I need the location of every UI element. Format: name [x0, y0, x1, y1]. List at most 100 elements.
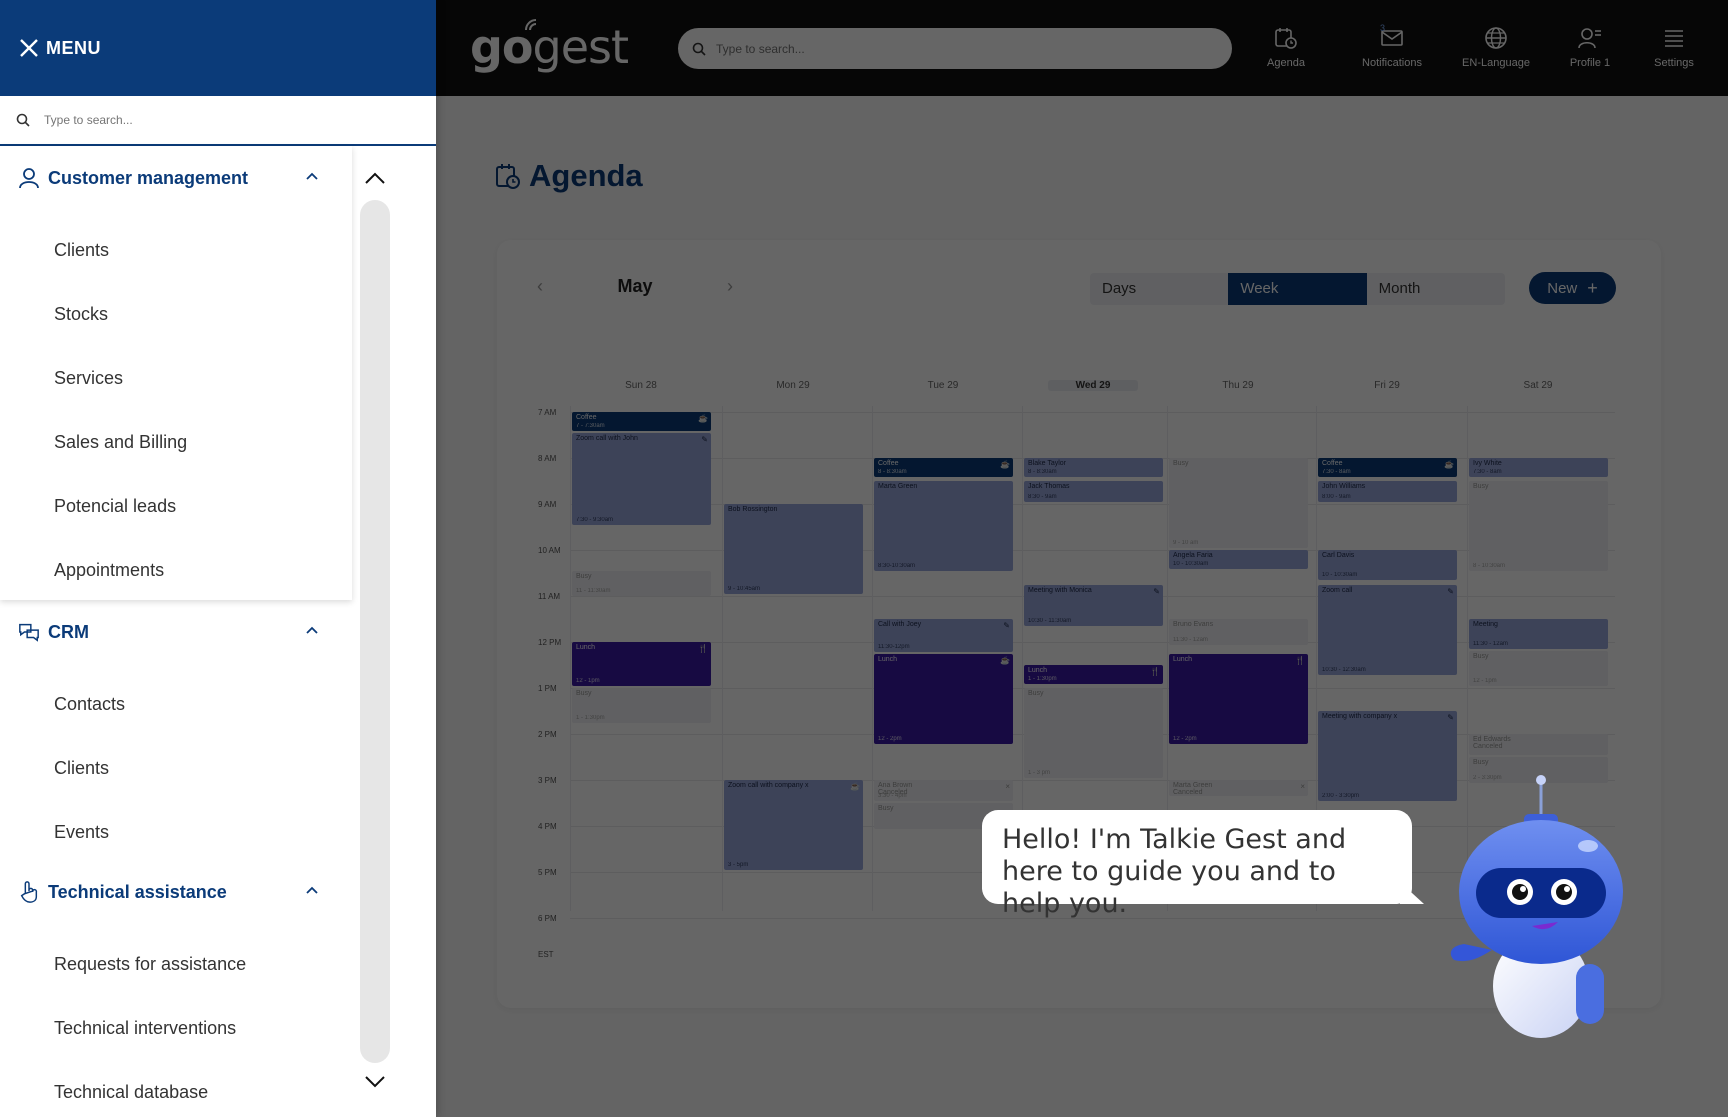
event-title: Call with Joey — [878, 621, 922, 628]
calendar-event[interactable]: Blake Taylor 8 - 8:30am — [1024, 458, 1163, 477]
section-header-customer-management[interactable]: Customer management — [0, 156, 352, 200]
sidebar-item-requests-assistance[interactable]: Requests for assistance — [0, 932, 352, 996]
calendar-event[interactable]: Ed Edwards Canceled — [1469, 734, 1608, 755]
calendar-event[interactable]: Zoom call with John 7:30 - 9:30am ✎ — [572, 432, 711, 525]
day-header[interactable]: Mon 29 — [748, 380, 838, 391]
sidebar-item-sales-billing[interactable]: Sales and Billing — [0, 410, 352, 474]
section-header-crm[interactable]: CRM — [0, 610, 352, 654]
calendar-event[interactable]: Bob Rossington 9 - 10:45am — [724, 504, 863, 594]
event-title: Lunch — [576, 644, 596, 651]
event-title: Marta Green — [1173, 782, 1213, 789]
nav-profile[interactable]: Profile 1 — [1542, 25, 1638, 69]
sidebar-item-potencial-leads[interactable]: Potencial leads — [0, 474, 352, 538]
calendar-event[interactable]: Zoom call 10:30 - 12:30am ✎ — [1318, 584, 1457, 675]
calendar-event[interactable]: John Williams 8:00 - 9am — [1318, 481, 1457, 502]
app-root: gogest Agenda 3 Notifications EN-Languag… — [0, 0, 1728, 1117]
tab-week[interactable]: Week — [1228, 273, 1367, 305]
sidebar-item-appointments[interactable]: Appointments — [0, 538, 352, 602]
calendar-event[interactable]: Coffee 7:30 - 8am ☕ — [1318, 458, 1457, 477]
nav-settings[interactable]: Settings — [1626, 25, 1722, 69]
sidebar-item-technical-database[interactable]: Technical database — [0, 1060, 352, 1117]
calendar-event[interactable]: Marta Green 8:30-10:30am — [874, 481, 1013, 571]
sidebar-item-technical-interventions[interactable]: Technical interventions — [0, 996, 352, 1060]
nav-profile-label: Profile 1 — [1569, 57, 1611, 69]
calendar-event[interactable]: Busy 1 - 1:30pm — [572, 688, 711, 723]
calendar-event[interactable]: Coffee 8 - 8:30am ☕ — [874, 458, 1013, 477]
close-icon[interactable] — [18, 37, 40, 59]
event-title: Zoom call — [1322, 586, 1353, 594]
event-type-icon: ✎ — [1153, 586, 1160, 596]
calendar-event[interactable]: Lunch 12 - 2pm 🍴 — [1169, 653, 1308, 744]
sidebar-scrollbar[interactable] — [360, 200, 390, 1063]
event-title: Ed Edwards — [1473, 736, 1511, 743]
calendar-event[interactable]: Bruno Evans 11:30 - 12am — [1169, 619, 1308, 645]
event-time: 9 - 10 am — [1173, 540, 1199, 546]
sidebar-search-bar[interactable] — [0, 96, 436, 146]
event-type-icon: ☕ — [1444, 460, 1454, 469]
calendar-event[interactable]: Call with Joey 11:30-12pm ✎ — [874, 619, 1013, 652]
calendar-event[interactable]: Busy 1 - 3 pm — [1024, 688, 1163, 778]
talkie-gest-robot-icon[interactable] — [1440, 774, 1630, 1044]
nav-language[interactable]: EN-Language — [1448, 25, 1544, 69]
event-title: Ivy White — [1473, 460, 1502, 467]
day-header[interactable]: Tue 29 — [898, 380, 988, 391]
calendar-event[interactable]: Zoom call with company x 3 - 5pm ☕ — [724, 780, 863, 870]
event-time: 8 - 8:30am — [1028, 468, 1057, 475]
calendar-event[interactable]: Busy 8 - 10:30am — [1469, 481, 1608, 571]
calendar-event[interactable]: Carl Davis 10 - 10:30am — [1318, 550, 1457, 581]
sidebar-item-stocks[interactable]: Stocks — [0, 282, 352, 346]
day-header[interactable]: Sat 29 — [1493, 380, 1583, 391]
calendar-event[interactable]: Ana Brown Canceled 3:30 - 4pm × — [874, 780, 1013, 801]
calendar-event[interactable]: Busy 9 - 10 am — [1169, 458, 1308, 548]
calendar-event[interactable]: Ivy White 7:30 - 8am — [1469, 458, 1608, 477]
sidebar-item-clients[interactable]: Clients — [0, 218, 352, 282]
day-header[interactable]: Thu 29 — [1193, 380, 1283, 391]
chevron-up-icon[interactable] — [304, 168, 320, 184]
calendar-event[interactable]: Lunch 1 - 1:30pm 🍴 — [1024, 665, 1163, 684]
calendar-event[interactable]: Angela Faria 10 - 10:30am — [1169, 550, 1308, 569]
calendar-event[interactable]: Marta Green Canceled × — [1169, 780, 1308, 797]
sidebar-item-contacts[interactable]: Contacts — [0, 672, 352, 736]
top-search-input[interactable] — [716, 41, 1196, 56]
new-event-button[interactable]: New + — [1529, 272, 1616, 304]
day-header[interactable]: Sun 28 — [596, 380, 686, 391]
scroll-up-icon[interactable] — [364, 168, 386, 190]
calendar-event[interactable]: Coffee 7 - 7:30am ☕ — [572, 412, 711, 431]
gogest-logo[interactable]: go gest — [470, 19, 629, 72]
calendar-event[interactable]: Busy 12 - 1pm — [1469, 651, 1608, 686]
event-time: 11 - 11:30am — [576, 588, 611, 595]
day-header[interactable]: Wed 29 — [1048, 380, 1138, 391]
calendar-event[interactable]: Meeting with Monica 10:30 - 11:30am ✎ — [1024, 584, 1163, 627]
tab-days[interactable]: Days — [1090, 273, 1228, 305]
calendar-event[interactable]: Jack Thomas 8:30 - 9am — [1024, 481, 1163, 502]
nav-agenda[interactable]: Agenda — [1238, 25, 1334, 69]
event-title: Busy — [1473, 653, 1489, 661]
event-status: Canceled — [1173, 789, 1203, 796]
calendar-event[interactable]: Meeting 11:30 - 12am — [1469, 619, 1608, 650]
event-time: 8:30-10:30am — [878, 563, 916, 569]
sidebar-item-events[interactable]: Events — [0, 800, 352, 864]
event-time: 10 - 10:30am — [1173, 560, 1209, 567]
sidebar-item-services[interactable]: Services — [0, 346, 352, 410]
event-title: Blake Taylor — [1028, 460, 1067, 467]
sidebar-item-crm-clients[interactable]: Clients — [0, 736, 352, 800]
sidebar-search-input[interactable] — [44, 113, 404, 127]
calendar-event[interactable]: Lunch 12 - 1pm 🍴 — [572, 642, 711, 686]
top-search-bar[interactable] — [678, 28, 1232, 69]
day-header[interactable]: Fri 29 — [1342, 380, 1432, 391]
event-time: 1 - 1:30pm — [576, 714, 605, 721]
section-header-technical-assistance[interactable]: Technical assistance — [0, 870, 352, 914]
tab-month[interactable]: Month — [1367, 273, 1505, 305]
calendar-event[interactable]: Lunch 12 - 2pm ☕ — [874, 653, 1013, 744]
event-time: 10:30 - 12:30am — [1322, 666, 1366, 673]
calendar-event[interactable]: Busy 11 - 11:30am — [572, 570, 711, 597]
chevron-up-icon[interactable] — [304, 882, 320, 898]
calendar-event[interactable]: Meeting with company x 2:00 - 3:30pm ✎ — [1318, 711, 1457, 801]
event-title: Meeting with Monica — [1028, 586, 1092, 594]
chevron-up-icon[interactable] — [304, 622, 320, 638]
prev-month-button[interactable]: ‹ — [530, 276, 550, 296]
scroll-down-icon[interactable] — [364, 1070, 386, 1092]
nav-notifications[interactable]: 3 Notifications — [1344, 23, 1440, 69]
next-month-button[interactable]: › — [720, 276, 740, 296]
globe-icon — [1485, 27, 1507, 49]
